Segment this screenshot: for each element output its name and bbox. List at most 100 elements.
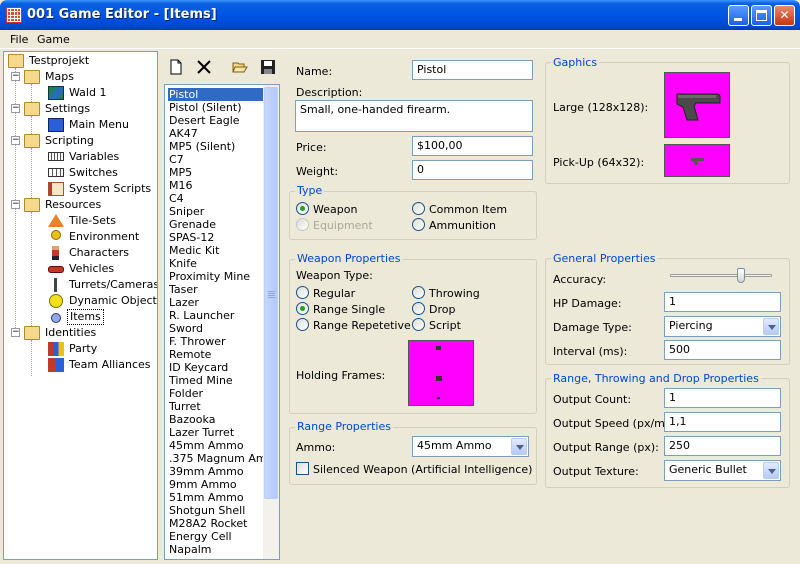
item-list[interactable]: Pistol Pistol (Silent) Desert Eagle AK47 MP5… bbox=[164, 84, 280, 560]
radio-drop-label[interactable]: Drop bbox=[429, 303, 455, 316]
collapse-icon[interactable]: − bbox=[11, 72, 20, 81]
list-item[interactable]: M28A2 Rocket bbox=[168, 517, 264, 530]
name-field[interactable]: Pistol bbox=[412, 60, 533, 80]
menu-game[interactable]: Game bbox=[33, 32, 74, 47]
list-item[interactable]: Folder bbox=[168, 387, 264, 400]
radio-script[interactable] bbox=[412, 318, 425, 331]
list-item[interactable]: C4 bbox=[168, 192, 264, 205]
list-item[interactable]: Desert Eagle bbox=[168, 114, 264, 127]
list-item[interactable]: F. Thrower bbox=[168, 335, 264, 348]
chevron-down-icon[interactable] bbox=[763, 462, 779, 479]
radio-range-repetitive-label[interactable]: Range Repetetive bbox=[313, 319, 411, 332]
list-item[interactable]: Lazer bbox=[168, 296, 264, 309]
pistol-icon bbox=[676, 93, 721, 121]
price-field[interactable]: $100,00 bbox=[412, 136, 533, 156]
chevron-down-icon[interactable] bbox=[763, 318, 779, 335]
minimize-button[interactable] bbox=[728, 5, 749, 26]
list-item[interactable]: Sword bbox=[168, 322, 264, 335]
list-item[interactable]: Remote bbox=[168, 348, 264, 361]
output-speed-label: Output Speed (px/ms): bbox=[553, 417, 679, 430]
radio-throwing-label[interactable]: Throwing bbox=[429, 287, 480, 300]
radio-ammunition-label[interactable]: Ammunition bbox=[429, 219, 496, 232]
list-item[interactable]: Shotgun Shell bbox=[168, 504, 264, 517]
radio-weapon[interactable] bbox=[296, 202, 309, 215]
radio-weapon-label[interactable]: Weapon bbox=[313, 203, 357, 216]
list-item[interactable]: ID Keycard bbox=[168, 361, 264, 374]
list-item[interactable]: Medic Kit bbox=[168, 244, 264, 257]
list-item[interactable]: Timed Mine bbox=[168, 374, 264, 387]
close-button[interactable]: ✕ bbox=[774, 5, 795, 26]
list-item[interactable]: 9mm Ammo bbox=[168, 478, 264, 491]
radio-throwing[interactable] bbox=[412, 286, 425, 299]
switches-icon bbox=[48, 168, 64, 177]
weight-field[interactable]: 0 bbox=[412, 160, 533, 180]
radio-range-repetitive[interactable] bbox=[296, 318, 309, 331]
holding-frames-preview[interactable] bbox=[408, 340, 474, 406]
project-tree[interactable]: Testprojekt − Maps Wald 1 − Settings Mai… bbox=[3, 51, 158, 560]
list-item[interactable]: Taser bbox=[168, 283, 264, 296]
collapse-icon[interactable]: − bbox=[11, 328, 20, 337]
maximize-button[interactable] bbox=[751, 5, 772, 26]
pickup-graphic-preview[interactable] bbox=[664, 144, 730, 177]
damage-type-dropdown[interactable]: Piercing bbox=[664, 316, 781, 337]
list-item[interactable]: 51mm Ammo bbox=[168, 491, 264, 504]
list-item[interactable]: Knife bbox=[168, 257, 264, 270]
list-item[interactable]: Lazer Turret bbox=[168, 426, 264, 439]
collapse-icon[interactable]: − bbox=[11, 136, 20, 145]
interval-field[interactable]: 500 bbox=[664, 340, 781, 360]
radio-range-single-label[interactable]: Range Single bbox=[313, 303, 385, 316]
open-button[interactable] bbox=[229, 56, 251, 78]
output-speed-field[interactable]: 1,1 bbox=[664, 412, 781, 432]
list-item[interactable]: Grenade bbox=[168, 218, 264, 231]
radio-common-item[interactable] bbox=[412, 202, 425, 215]
list-item[interactable]: .375 Magnum Ammo bbox=[168, 452, 279, 465]
new-button[interactable] bbox=[165, 56, 187, 78]
description-field[interactable]: Small, one-handed firearm. bbox=[295, 100, 533, 132]
accuracy-slider-thumb[interactable] bbox=[737, 268, 745, 283]
radio-script-label[interactable]: Script bbox=[429, 319, 461, 332]
list-item[interactable]: 39mm Ammo bbox=[168, 465, 264, 478]
list-item[interactable]: Pistol (Silent) bbox=[168, 101, 264, 114]
list-item[interactable]: Sniper bbox=[168, 205, 264, 218]
list-item[interactable]: SPAS-12 bbox=[168, 231, 264, 244]
list-item[interactable]: Proximity Mine bbox=[168, 270, 264, 283]
list-item[interactable]: Bazooka bbox=[168, 413, 264, 426]
list-item[interactable]: Turret bbox=[168, 400, 264, 413]
save-button[interactable] bbox=[257, 56, 279, 78]
list-item[interactable]: 45mm Ammo bbox=[168, 439, 264, 452]
menu-file[interactable]: File bbox=[6, 32, 32, 47]
scrollbar-thumb[interactable] bbox=[264, 87, 278, 499]
list-scrollbar[interactable] bbox=[263, 85, 279, 559]
collapse-icon[interactable]: − bbox=[11, 200, 20, 209]
list-item[interactable]: AK47 bbox=[168, 127, 264, 140]
silenced-checkbox[interactable] bbox=[296, 462, 309, 475]
list-item[interactable]: MP5 bbox=[168, 166, 264, 179]
list-item[interactable]: M16 bbox=[168, 179, 264, 192]
accuracy-slider-track[interactable] bbox=[670, 274, 772, 277]
list-item[interactable]: Energy Cell bbox=[168, 530, 264, 543]
silenced-label[interactable]: Silenced Weapon (Artificial Intelligence… bbox=[313, 463, 532, 476]
radio-regular[interactable] bbox=[296, 286, 309, 299]
splitter[interactable] bbox=[159, 51, 162, 560]
folder-icon bbox=[24, 70, 40, 84]
title-bar[interactable]: 001 Game Editor - [Items] ✕ bbox=[0, 0, 800, 30]
output-range-field[interactable]: 250 bbox=[664, 436, 781, 456]
ammo-dropdown[interactable]: 45mm Ammo bbox=[412, 436, 529, 457]
chevron-down-icon[interactable] bbox=[511, 438, 527, 455]
list-item[interactable]: Napalm bbox=[168, 543, 264, 556]
radio-common-item-label[interactable]: Common Item bbox=[429, 203, 507, 216]
output-count-field[interactable]: 1 bbox=[664, 388, 781, 408]
list-item[interactable]: MP5 (Silent) bbox=[168, 140, 264, 153]
radio-regular-label[interactable]: Regular bbox=[313, 287, 355, 300]
hp-damage-field[interactable]: 1 bbox=[664, 292, 781, 312]
delete-button[interactable] bbox=[193, 56, 215, 78]
list-item[interactable]: C7 bbox=[168, 153, 264, 166]
radio-drop[interactable] bbox=[412, 302, 425, 315]
large-graphic-preview[interactable] bbox=[664, 72, 730, 138]
radio-range-single[interactable] bbox=[296, 302, 309, 315]
list-item[interactable]: R. Launcher bbox=[168, 309, 264, 322]
list-item[interactable]: Pistol bbox=[168, 88, 264, 101]
collapse-icon[interactable]: − bbox=[11, 104, 20, 113]
radio-ammunition[interactable] bbox=[412, 218, 425, 231]
output-texture-dropdown[interactable]: Generic Bullet bbox=[664, 460, 781, 481]
